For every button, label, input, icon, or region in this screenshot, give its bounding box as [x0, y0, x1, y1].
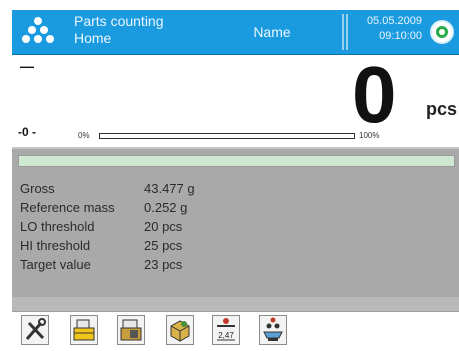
- info-row-hi-threshold: HI threshold 25 pcs: [20, 238, 195, 257]
- quick-access-toolbar: 2,47: [12, 312, 459, 351]
- info-value: 0.252 g: [144, 200, 188, 215]
- working-mode[interactable]: Parts counting Home: [74, 13, 164, 47]
- info-label: Target value: [20, 257, 91, 272]
- header-divider: [342, 14, 344, 50]
- bargraph-min-label: 0%: [78, 131, 90, 140]
- reference-sample-icon: [170, 320, 190, 342]
- product-database-icon: [73, 319, 95, 341]
- date: 05.05.2009: [366, 15, 422, 27]
- date-time: 05.05.2009 09:10:00: [348, 14, 422, 44]
- checkweighing-bar: [18, 155, 455, 167]
- parts-counting-icon[interactable]: [18, 14, 58, 50]
- status-icon[interactable]: [430, 20, 454, 44]
- info-row-reference-mass: Reference mass 0.252 g: [20, 200, 195, 219]
- info-label: Gross: [20, 181, 55, 196]
- mode-title: Parts counting: [74, 13, 164, 29]
- info-row-gross: Gross 43.477 g: [20, 181, 195, 200]
- info-row-lo-threshold: LO threshold 20 pcs: [20, 219, 195, 238]
- info-value: 20 pcs: [144, 219, 183, 234]
- info-label: Reference mass: [20, 200, 115, 215]
- product-database-button[interactable]: [70, 315, 98, 345]
- info-value: 25 pcs: [144, 238, 183, 253]
- info-label: HI threshold: [20, 238, 91, 253]
- reference-mass-button[interactable]: 2,47: [212, 315, 240, 345]
- load-bargraph: [99, 133, 355, 139]
- result-display: — -0 - 0 pcs 0% 100%: [12, 50, 459, 147]
- info-value: 23 pcs: [144, 257, 183, 272]
- info-panel: Gross 43.477 g Reference mass 0.252 g LO…: [12, 147, 459, 297]
- reference-mass-value: 2,47: [218, 331, 234, 340]
- result-unit[interactable]: pcs: [426, 99, 457, 120]
- info-value: 43.477 g: [144, 181, 195, 196]
- panel-divider-strip: [12, 297, 459, 312]
- packaging-database-button[interactable]: [117, 315, 145, 345]
- stability-marker: —: [20, 58, 34, 74]
- tools-button[interactable]: [21, 315, 49, 345]
- info-list: Gross 43.477 g Reference mass 0.252 g LO…: [20, 181, 195, 276]
- mode-profile: Home: [74, 30, 112, 46]
- reference-mass-icon: 2,47: [217, 318, 235, 341]
- info-row-target-value: Target value 23 pcs: [20, 257, 195, 276]
- result-value: 0: [352, 50, 396, 139]
- counting-mode-button[interactable]: [259, 315, 287, 345]
- zero-indicator: -0 -: [18, 125, 36, 139]
- tools-icon: [25, 318, 46, 340]
- info-label: LO threshold: [20, 219, 95, 234]
- reference-sample-button[interactable]: [166, 315, 194, 345]
- user-name[interactable]: Name: [202, 10, 342, 54]
- time: 09:10:00: [379, 30, 422, 42]
- packaging-database-icon: [120, 319, 142, 341]
- counting-mode-icon: [263, 317, 283, 341]
- bargraph-max-label: 100%: [359, 131, 380, 140]
